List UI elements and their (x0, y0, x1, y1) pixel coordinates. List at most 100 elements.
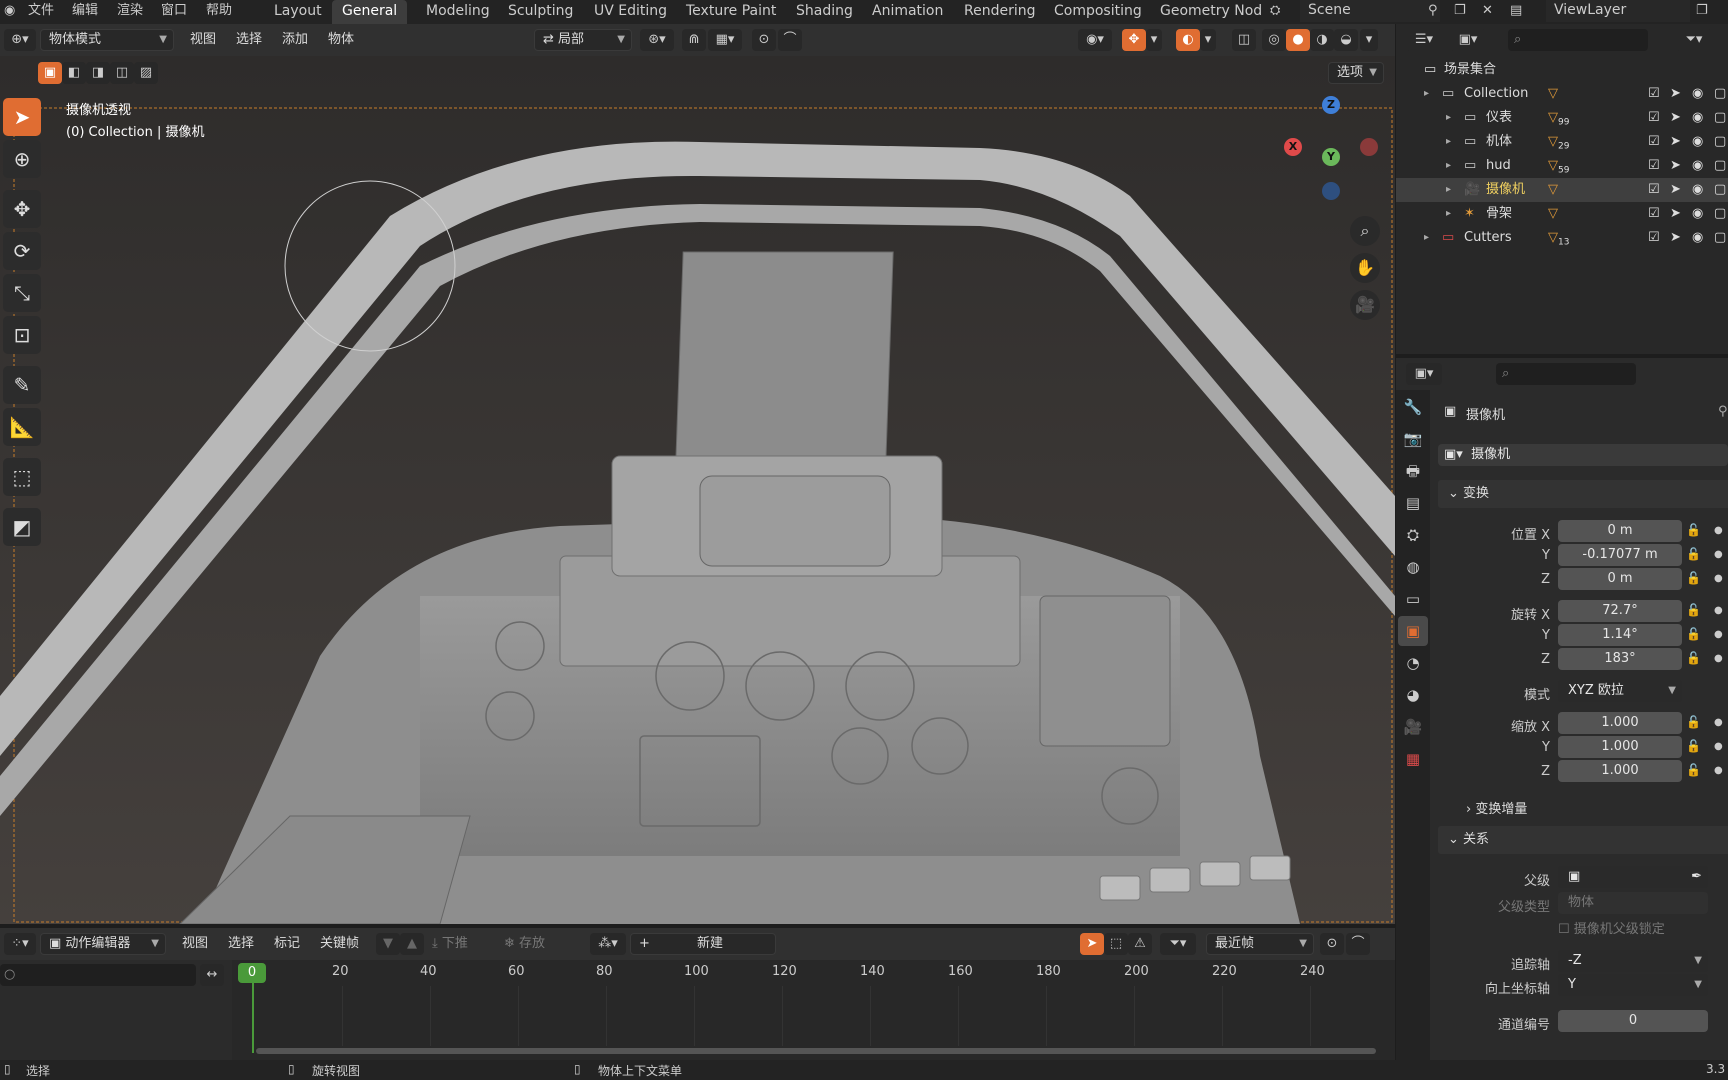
parent-field[interactable]: ▣ ✒ (1558, 866, 1708, 888)
pivot-point-icon[interactable]: ⊛▾ (640, 29, 674, 51)
select-invert-icon[interactable]: ◫ (110, 62, 134, 84)
snap-mode-dropdown[interactable]: 最近帧 ▼ (1206, 933, 1314, 955)
outliner-search-input[interactable]: ⌕ (1508, 29, 1648, 51)
outliner-row[interactable]: ▸ ✶ 骨架 ▽ ☑ ➤ ◉ ▢ (1396, 202, 1728, 226)
lock-icon[interactable]: 🔓 (1686, 547, 1701, 561)
tab-compositing[interactable]: Compositing (1044, 0, 1152, 24)
selectable-icon[interactable]: ➤ (1670, 130, 1681, 154)
z-axis-icon[interactable]: Z (1322, 96, 1340, 114)
menu-view[interactable]: 视图 (182, 933, 208, 955)
eye-icon[interactable]: ◉ (1692, 226, 1703, 250)
menu-help[interactable]: 帮助 (206, 0, 232, 24)
select-intersect-icon[interactable]: ▨ (134, 62, 158, 84)
relations-panel-header[interactable]: ⌄ 关系 (1438, 826, 1728, 854)
xray-icon[interactable]: ◫ (1232, 29, 1256, 51)
pass-index-field[interactable]: 0 (1558, 1010, 1708, 1032)
neg-x-axis-icon[interactable] (1360, 138, 1378, 156)
rotation-mode-dropdown[interactable]: XYZ 欧拉 ▼ (1558, 680, 1682, 702)
solid-shading-icon[interactable]: ● (1286, 29, 1310, 51)
keyframe-dot-icon[interactable]: ● (1714, 653, 1723, 664)
filter-icon[interactable]: ⏷▾ (1160, 933, 1196, 955)
neg-z-axis-icon[interactable] (1322, 182, 1340, 200)
lock-icon[interactable]: 🔓 (1686, 739, 1701, 753)
selectable-icon[interactable]: ➤ (1670, 178, 1681, 202)
annotate-tool[interactable]: ✎ (3, 366, 41, 404)
scale-tool[interactable]: ⤡ (3, 274, 41, 312)
proportional-edit-icon[interactable]: ⊙ (1320, 933, 1344, 955)
tool-tab-icon[interactable]: 🔧 (1398, 392, 1428, 422)
overlay-toggle-icon[interactable]: ◐ (1176, 29, 1200, 51)
select-extend-icon[interactable]: ◧ (62, 62, 86, 84)
collection-tab-icon[interactable]: ▭ (1398, 584, 1428, 614)
expand-arrow-icon[interactable]: ▸ (1446, 130, 1451, 154)
current-frame-indicator[interactable]: 0 (238, 963, 266, 983)
keyframe-dot-icon[interactable]: ● (1714, 525, 1723, 536)
snap-target-icon[interactable]: ▦▾ (708, 29, 742, 51)
keyframe-dot-icon[interactable]: ● (1714, 629, 1723, 640)
eye-icon[interactable]: ◉ (1692, 106, 1703, 130)
shading-dropdown-icon[interactable]: ▾ (1360, 29, 1378, 51)
menu-select[interactable]: 选择 (236, 29, 262, 51)
camera-render-icon[interactable]: ▢ (1714, 178, 1726, 202)
selectable-icon[interactable]: ➤ (1670, 154, 1681, 178)
tab-modeling[interactable]: Modeling (416, 0, 500, 24)
expand-arrow-icon[interactable]: ▸ (1446, 106, 1451, 130)
camera-render-icon[interactable]: ▢ (1714, 106, 1726, 130)
eye-icon[interactable]: ◉ (1692, 154, 1703, 178)
select-subtract-icon[interactable]: ◨ (86, 62, 110, 84)
transform-tool[interactable]: ⊡ (3, 316, 41, 354)
tab-layout[interactable]: Layout (264, 0, 332, 24)
camera-render-icon[interactable]: ▢ (1714, 226, 1726, 250)
pin-icon[interactable]: ⚲ (1428, 0, 1438, 24)
only-selected-icon[interactable]: ➤ (1080, 933, 1104, 955)
add-cube-tool[interactable]: ⬚ (3, 458, 41, 496)
expand-arrow-icon[interactable]: ▸ (1446, 202, 1451, 226)
show-hidden-icon[interactable]: ⬚ (1104, 933, 1128, 955)
lock-icon[interactable]: 🔓 (1686, 715, 1701, 729)
mode-dropdown[interactable]: 物体模式 ▼ (40, 29, 174, 51)
checkbox-icon[interactable]: ☑ (1648, 178, 1660, 202)
camera-render-icon[interactable]: ▢ (1714, 130, 1726, 154)
cursor-tool[interactable]: ⊕ (3, 140, 41, 178)
material-shading-icon[interactable]: ◑ (1310, 29, 1334, 51)
render-tab-icon[interactable]: 📷 (1398, 424, 1428, 454)
keyframe-dot-icon[interactable]: ● (1714, 741, 1723, 752)
checkbox-icon[interactable]: ☑ (1648, 82, 1660, 106)
eye-icon[interactable]: ◉ (1692, 202, 1703, 226)
scene-selector[interactable]: Scene (1300, 0, 1440, 22)
menu-window[interactable]: 窗口 (161, 0, 187, 24)
editor-mode-dropdown[interactable]: ▣ 动作编辑器 ▼ (40, 933, 166, 955)
snap-icon[interactable]: ⋒ (682, 29, 706, 51)
menu-file[interactable]: 文件 (28, 0, 54, 24)
scene-tab-icon[interactable]: ⛭ (1398, 520, 1428, 550)
layer-down-icon[interactable]: ▼ (376, 933, 400, 955)
lock-icon[interactable]: 🔓 (1686, 627, 1701, 641)
tab-shading[interactable]: Shading (786, 0, 863, 24)
scale-x-field[interactable]: 1.000 (1558, 712, 1682, 734)
delete-scene-icon[interactable]: ✕ (1482, 0, 1493, 24)
outliner-root[interactable]: ▭ 场景集合 (1396, 58, 1728, 82)
editor-type-icon[interactable]: ⊕▾ (4, 29, 36, 51)
menu-keyframe[interactable]: 关键帧 (320, 933, 359, 955)
swap-icon[interactable]: ↔ (200, 964, 224, 986)
eyedropper-icon[interactable]: ✒ (1691, 866, 1702, 888)
blender-logo-icon[interactable]: ◉ (4, 0, 24, 24)
transform-panel-header[interactable]: ⌄ 变换 (1438, 480, 1728, 508)
outliner-row[interactable]: ▸ ▭ hud ▽59 ☑ ➤ ◉ ▢ (1396, 154, 1728, 178)
expand-arrow-icon[interactable]: ▸ (1446, 178, 1451, 202)
location-x-field[interactable]: 0 m (1558, 520, 1682, 542)
camera-data-tab-icon[interactable]: 🎥 (1398, 712, 1428, 742)
outliner-row[interactable]: ▸ ▭ Collection ▽ ☑ ➤ ◉ ▢ (1396, 82, 1728, 106)
proportional-edit-icon[interactable]: ⊙ (752, 29, 776, 51)
properties-search-input[interactable]: ⌕ (1496, 363, 1636, 385)
3d-viewport[interactable]: ➤ ⊕ ✥ ⟳ ⤡ ⊡ ✎ 📐 ⬚ ◩ ▣ ◧ ◨ ◫ ▨ 选项 ▼ 摄像机透视 … (0, 56, 1395, 924)
eye-icon[interactable]: ◉ (1692, 82, 1703, 106)
outliner-row[interactable]: ▸ ▭ Cutters ▽13 ☑ ➤ ◉ ▢ (1396, 226, 1728, 250)
tab-rendering[interactable]: Rendering (954, 0, 1046, 24)
menu-add[interactable]: 添加 (282, 29, 308, 51)
lock-icon[interactable]: 🔓 (1686, 763, 1701, 777)
new-scene-icon[interactable]: ❐ (1454, 0, 1466, 24)
tab-sculpting[interactable]: Sculpting (498, 0, 583, 24)
tab-animation[interactable]: Animation (862, 0, 953, 24)
physics-tab-icon[interactable]: ◕ (1398, 680, 1428, 710)
